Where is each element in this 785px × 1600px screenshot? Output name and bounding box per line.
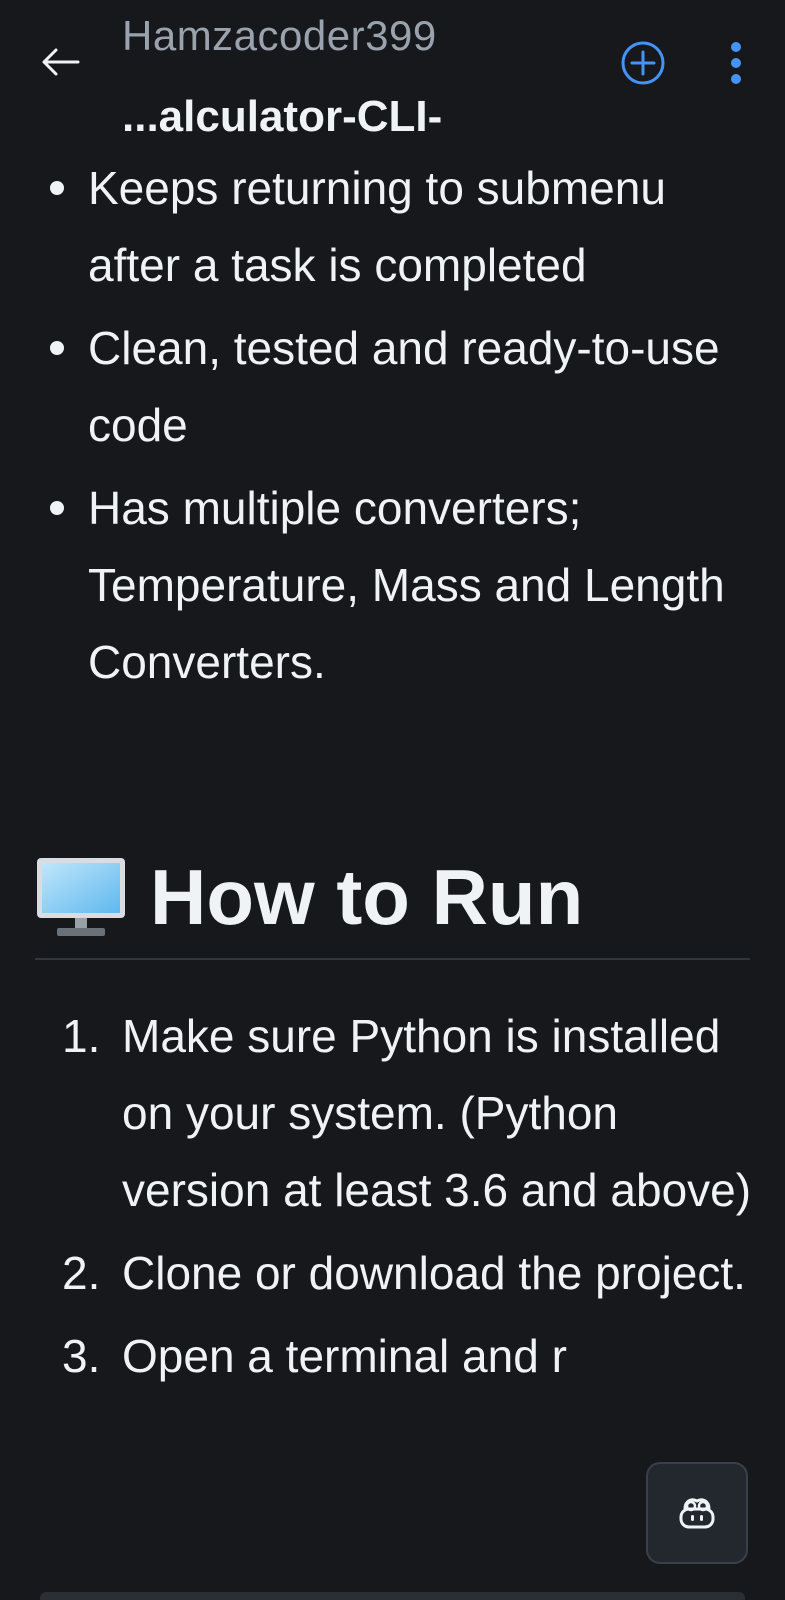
steps-list: 1. Make sure Python is installed on your… xyxy=(0,998,785,1401)
readme-content: Keeps returning to submenu after a task … xyxy=(0,150,785,707)
heading-divider xyxy=(35,958,750,960)
list-item: Clean, tested and ready-to-use code xyxy=(0,310,785,464)
app-header: Hamzacoder399 ...alculator-CLI- xyxy=(0,0,785,150)
step-text: Open a terminal and r xyxy=(122,1330,567,1382)
copilot-button[interactable] xyxy=(646,1462,748,1564)
bullet-icon xyxy=(50,181,64,195)
list-item: Has multiple converters; Temperature, Ma… xyxy=(0,470,785,701)
feature-text: Clean, tested and ready-to-use code xyxy=(88,322,720,451)
feature-text: Has multiple converters; Temperature, Ma… xyxy=(88,482,725,688)
step-number: 1. xyxy=(62,1010,101,1062)
desktop-computer-icon xyxy=(37,858,125,936)
more-options-button[interactable] xyxy=(718,38,754,88)
copilot-icon xyxy=(679,1498,715,1529)
list-item: Keeps returning to submenu after a task … xyxy=(0,150,785,304)
add-button[interactable] xyxy=(620,40,666,86)
bottom-sheet-edge xyxy=(40,1592,745,1600)
bullet-icon xyxy=(50,501,64,515)
list-item: 1. Make sure Python is installed on your… xyxy=(0,998,785,1229)
step-text: Clone or download the project. xyxy=(122,1247,746,1299)
section-title: How to Run xyxy=(150,853,584,941)
list-item: 2. Clone or download the project. xyxy=(0,1235,785,1312)
back-button[interactable] xyxy=(38,42,82,82)
plus-circle-icon xyxy=(621,41,665,85)
feature-list: Keeps returning to submenu after a task … xyxy=(0,150,785,701)
bullet-icon xyxy=(50,341,64,355)
repo-name: ...alculator-CLI- xyxy=(122,92,443,141)
repo-owner: Hamzacoder399 xyxy=(122,12,437,59)
kebab-menu-icon xyxy=(731,42,741,84)
step-number: 2. xyxy=(62,1247,101,1299)
list-item: 3. Open a terminal and r xyxy=(0,1318,785,1395)
step-text: Make sure Python is installed on your sy… xyxy=(122,1010,752,1216)
feature-text: Keeps returning to submenu after a task … xyxy=(88,162,666,291)
arrow-left-icon xyxy=(42,48,80,76)
section-heading: How to Run xyxy=(35,838,750,958)
step-number: 3. xyxy=(62,1330,101,1382)
